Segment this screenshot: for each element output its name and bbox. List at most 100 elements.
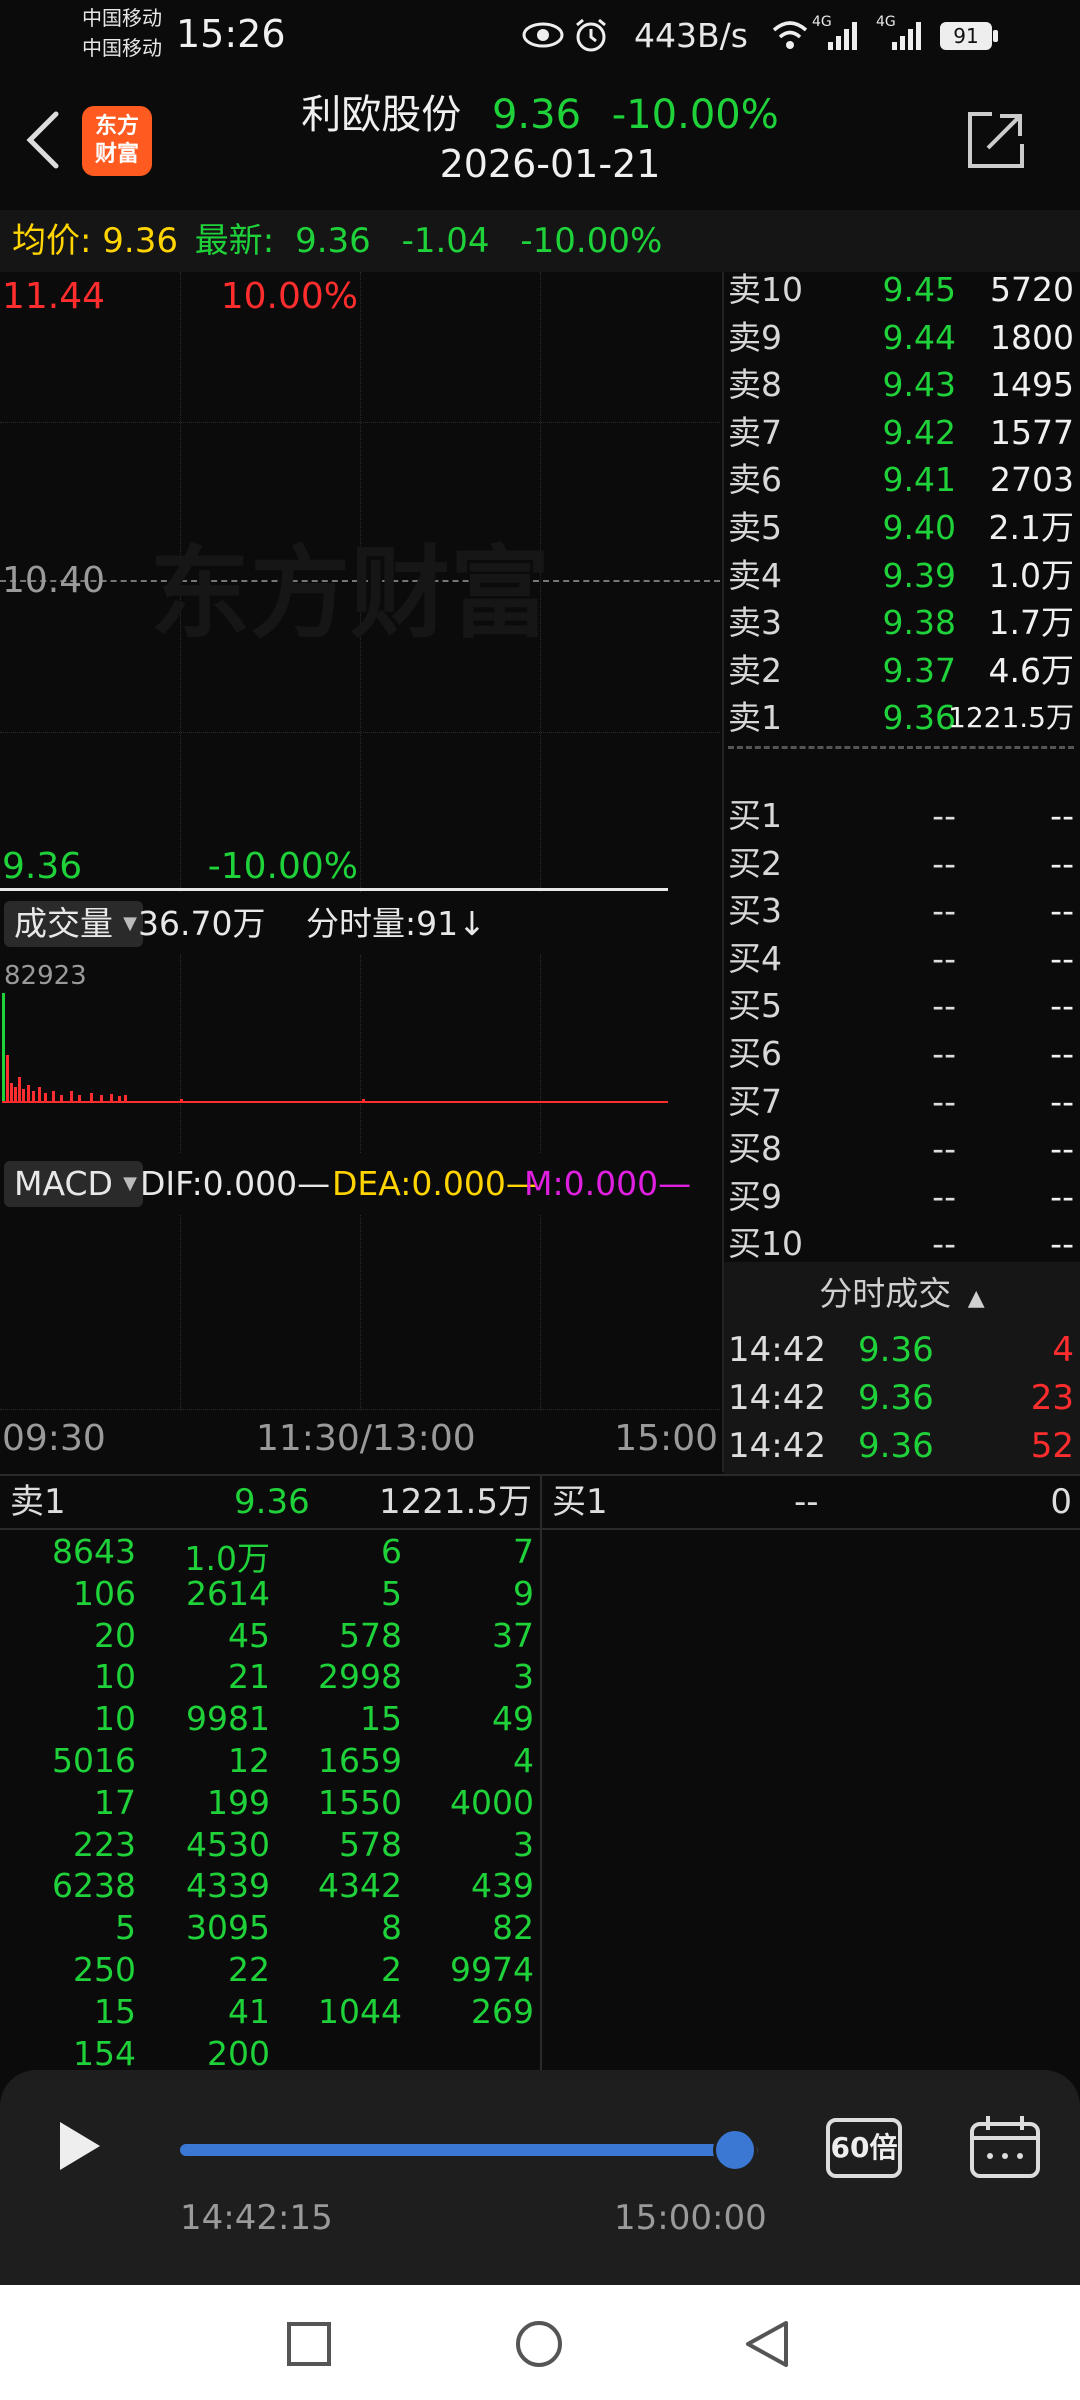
sell-level-row[interactable]: 卖9 9.44 1800	[728, 314, 1080, 362]
network-speed: 443B/s	[634, 16, 748, 55]
sell-level-label: 卖6	[728, 460, 782, 500]
queue-order-cell: 5016	[52, 1741, 136, 1780]
sell-level-label: 卖8	[728, 365, 782, 405]
queue-order-cell: 223	[73, 1824, 136, 1864]
queue-order-cell: 45	[228, 1615, 270, 1655]
progress-track[interactable]	[180, 2144, 758, 2156]
stock-name: 利欧股份	[301, 92, 462, 138]
queue-order-cell: 199	[207, 1782, 270, 1822]
volume-bar	[14, 1087, 17, 1103]
queue-order-cell: 7	[513, 1532, 534, 1571]
volume-chart[interactable]: 82923	[0, 955, 720, 1153]
volume-total: 36.70万	[138, 904, 266, 943]
bottom-pct-label: -10.00%	[207, 846, 358, 887]
latest-label: 最新:	[194, 221, 275, 261]
queue-order-cell: 200	[207, 2033, 270, 2073]
queue-order-cell: 15	[360, 1699, 402, 1739]
buy-level-row[interactable]: 买10 -- --	[728, 1220, 1080, 1262]
home-icon[interactable]	[514, 2319, 564, 2369]
status-bar: 中国移动 中国移动 15:26 443B/s 4G 4G 91	[0, 0, 1080, 72]
macd-header: MACD ▼ DIF:0.000— DEA:0.000— M:0.000—	[0, 1155, 720, 1213]
sell-level-row[interactable]: 卖5 9.40 2.1万	[728, 504, 1080, 552]
volume-bar	[10, 1083, 13, 1103]
sell-level-label: 卖7	[728, 412, 782, 452]
time-mid: 11:30/13:00	[256, 1418, 476, 1459]
buy-level-volume: --	[1050, 796, 1074, 835]
price-line	[0, 888, 668, 891]
queue-order-cell: 4000	[450, 1782, 534, 1822]
sell-level-price: 9.41	[882, 460, 956, 500]
sell-level-row[interactable]: 卖3 9.38 1.7万	[728, 599, 1080, 647]
buy-level-price: --	[932, 1129, 956, 1169]
top-price-label: 11.44	[2, 276, 106, 317]
queue-order-cell: 4342	[318, 1866, 402, 1906]
volume-bar	[27, 1085, 30, 1103]
time-end: 15:00	[614, 1418, 718, 1459]
sell-level-row[interactable]: 卖10 9.45 5720	[728, 272, 1080, 314]
bottom-price-label: 9.36	[2, 846, 83, 887]
date-label: 2026-01-21	[439, 142, 661, 186]
volume-tick: 分时量:91↓	[306, 904, 486, 943]
sell-level-row[interactable]: 卖2 9.37 4.6万	[728, 647, 1080, 695]
title-line: 利欧股份 9.36 -10.00%	[0, 82, 1080, 140]
queue-order-cell: 269	[471, 1991, 534, 2031]
queue-order-cell: 21	[228, 1657, 270, 1697]
share-icon[interactable]	[964, 108, 1028, 172]
sell-level-row[interactable]: 卖8 9.43 1495	[728, 361, 1080, 409]
sell-level-price: 9.37	[882, 650, 956, 690]
buy-level-row[interactable]: 买4 -- --	[728, 935, 1080, 983]
queue-order-cell: 41	[228, 1991, 270, 2031]
queue-order-cell: 9	[513, 1573, 534, 1613]
queue-buy-vol: 0	[1050, 1482, 1072, 1522]
progress-handle[interactable]	[712, 2128, 757, 2172]
sell-level-price: 9.43	[882, 365, 956, 405]
latest-change: -1.04	[401, 221, 490, 261]
sell-level-volume: 4.6万	[988, 650, 1074, 690]
speed-button[interactable]: 60倍	[826, 2118, 902, 2178]
calendar-icon[interactable]	[968, 2114, 1042, 2180]
buy-level-row[interactable]: 买1 -- --	[728, 792, 1080, 840]
queue-order-cell: 15	[94, 1991, 136, 2031]
carrier-1: 中国移动	[82, 6, 162, 30]
current-time: 14:42:15	[180, 2198, 333, 2238]
sell-level-price: 9.39	[882, 555, 956, 595]
queue-order-cell: 22	[228, 1950, 270, 1989]
buy-level-volume: --	[1050, 1129, 1074, 1169]
macd-indicator-selector[interactable]: MACD ▼	[4, 1161, 143, 1207]
buy-level-row[interactable]: 买3 -- --	[728, 887, 1080, 935]
price-chart[interactable]: 东方财富 11.44 10.00% 10.40 9.36 -10.00%	[0, 272, 720, 892]
queue-order-cell: 1659	[318, 1741, 402, 1780]
sell-level-row[interactable]: 卖7 9.42 1577	[728, 409, 1080, 457]
triangle-up-icon: ▲	[967, 1286, 985, 1311]
buy-level-row[interactable]: 买9 -- --	[728, 1173, 1080, 1221]
play-icon[interactable]	[54, 2118, 104, 2174]
macd-dea: DEA:0.000—	[332, 1164, 539, 1203]
tick-header[interactable]: 分时成交 ▲	[724, 1266, 1080, 1322]
queue-sell-label: 卖1	[10, 1482, 66, 1522]
order-book[interactable]: 卖10 9.45 5720 卖9 9.44 1800 卖8 9.43 1495 卖7 9.42 157…	[728, 272, 1080, 1262]
recents-icon[interactable]	[286, 2321, 332, 2367]
sell-level-row[interactable]: 卖1 9.36 1221.5万	[728, 694, 1080, 742]
sell-level-row[interactable]: 卖6 9.41 2703	[728, 456, 1080, 504]
volume-baseline	[2, 1101, 668, 1103]
back-icon[interactable]	[744, 2319, 790, 2369]
buy-level-row[interactable]: 买5 -- --	[728, 982, 1080, 1030]
buy-level-row[interactable]: 买2 -- --	[728, 840, 1080, 888]
buy-level-row[interactable]: 买8 -- --	[728, 1125, 1080, 1173]
macd-chart[interactable]	[0, 1215, 720, 1410]
avg-value: 9.36	[102, 221, 178, 261]
queue-order-cell: 250	[73, 1950, 136, 1989]
buy-level-row[interactable]: 买6 -- --	[728, 1030, 1080, 1078]
buy-level-label: 买6	[728, 1034, 782, 1073]
buy-level-price: --	[932, 891, 956, 931]
volume-indicator-selector[interactable]: 成交量 ▼	[4, 901, 143, 947]
top-pct-label: 10.00%	[220, 276, 358, 317]
sell-level-price: 9.42	[882, 412, 956, 452]
sell-level-row[interactable]: 卖4 9.39 1.0万	[728, 552, 1080, 600]
queue-order-cell: 5	[381, 1573, 402, 1613]
eye-icon	[522, 22, 564, 48]
tick-row: 14:42 9.36 4	[728, 1326, 1080, 1374]
buy-level-row[interactable]: 买7 -- --	[728, 1078, 1080, 1126]
time-axis: 09:30 11:30/13:00 15:00	[0, 1418, 720, 1468]
queue-order-cell: 578	[339, 1615, 402, 1655]
